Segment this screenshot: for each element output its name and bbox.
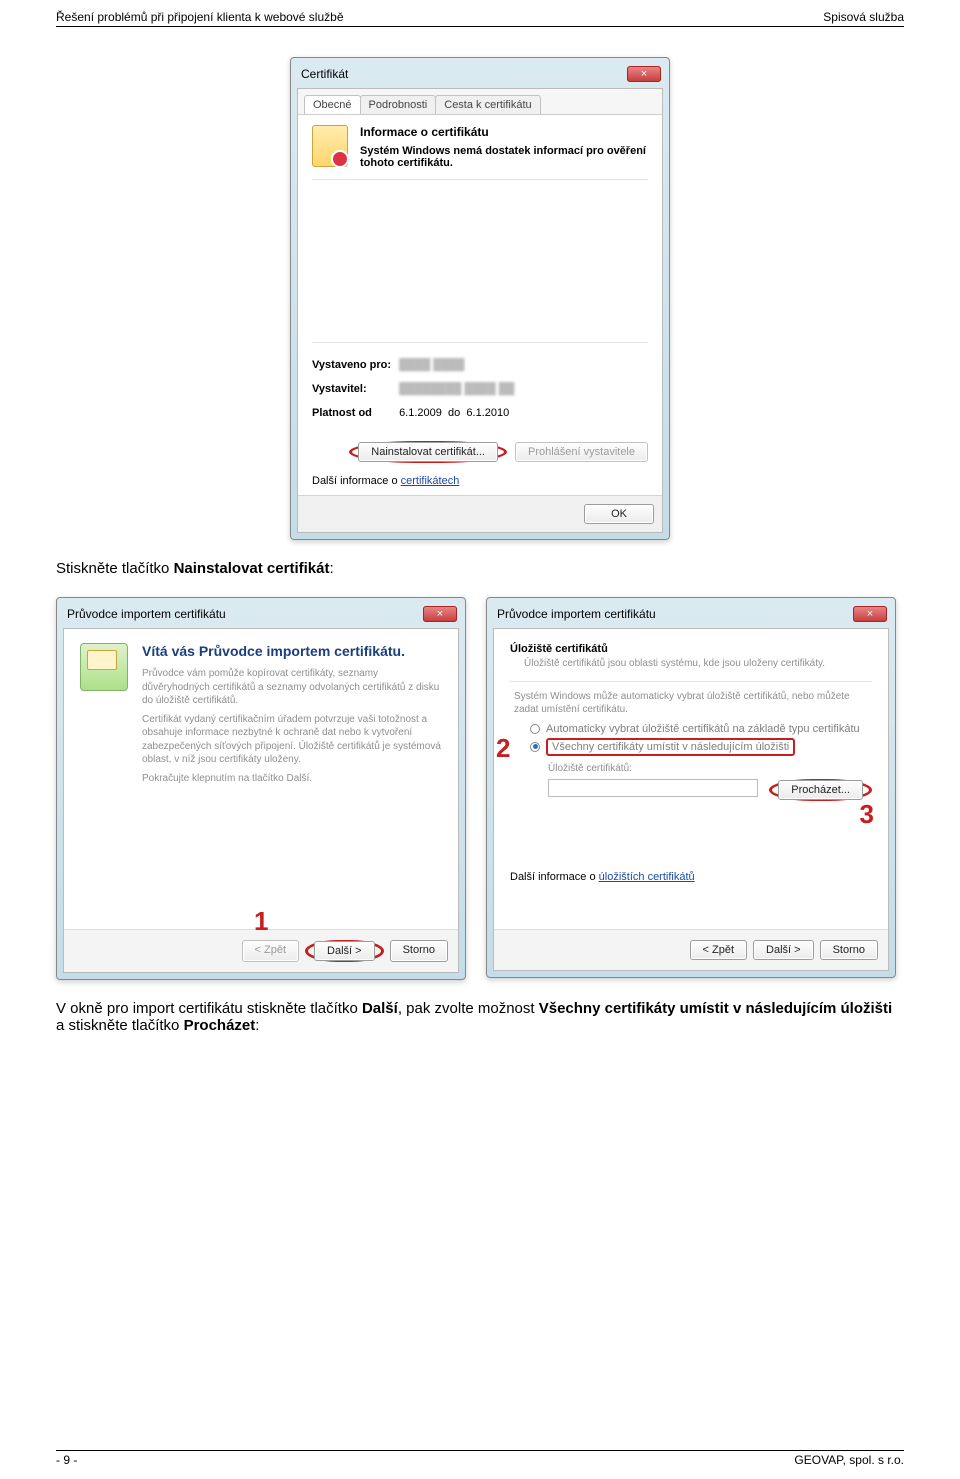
footer-page: - 9 - bbox=[56, 1453, 77, 1467]
highlight-next-button: Další > bbox=[305, 940, 384, 962]
wizard-1: Průvodce importem certifikátu × Vítá vás… bbox=[56, 597, 466, 980]
issued-to-value: ████ ████ bbox=[399, 359, 464, 371]
wizard2-title: Průvodce importem certifikátu bbox=[497, 607, 656, 621]
radio-place-all[interactable]: Všechny certifikáty umístit v následujíc… bbox=[530, 738, 872, 756]
valid-to-value: 6.1.2010 bbox=[466, 407, 509, 419]
header-left: Řešení problémů při připojení klienta k … bbox=[56, 10, 344, 24]
wizard2-cancel-button[interactable]: Storno bbox=[820, 940, 878, 960]
radio-icon bbox=[530, 724, 540, 734]
tab-general[interactable]: Obecné bbox=[304, 95, 361, 114]
callout-digit-1: 1 bbox=[254, 906, 268, 937]
wizard1-title: Průvodce importem certifikátu bbox=[67, 607, 226, 621]
wizard1-back-button: < Zpět bbox=[242, 940, 300, 962]
valid-from-value: 6.1.2009 bbox=[399, 407, 442, 419]
issued-by-value: ████████ ████ ██ bbox=[399, 383, 514, 395]
more-info-link[interactable]: certifikátech bbox=[401, 475, 460, 487]
tab-details[interactable]: Podrobnosti bbox=[360, 95, 437, 114]
valid-from-label: Platnost od bbox=[312, 407, 396, 419]
wizard1-next-button[interactable]: Další > bbox=[314, 941, 375, 961]
highlight-browse-button: Procházet... bbox=[769, 779, 872, 801]
issued-to-label: Vystaveno pro: bbox=[312, 359, 396, 371]
highlight-radio-option: Všechny certifikáty umístit v následujíc… bbox=[546, 738, 795, 756]
tab-path[interactable]: Cesta k certifikátu bbox=[435, 95, 540, 114]
close-icon[interactable]: × bbox=[627, 66, 661, 82]
page-header: Řešení problémů při připojení klienta k … bbox=[56, 10, 904, 27]
wizard2-back-button[interactable]: < Zpět bbox=[690, 940, 748, 960]
instruction-1: Stiskněte tlačítko Nainstalovat certifik… bbox=[56, 560, 904, 577]
radio-icon bbox=[530, 742, 540, 752]
footer-company: GEOVAP, spol. s r.o. bbox=[794, 1453, 904, 1467]
radio-auto[interactable]: Automaticky vybrat úložiště certifikátů … bbox=[530, 723, 872, 735]
wizard1-body: Průvodce vám pomůže kopírovat certifikát… bbox=[142, 667, 442, 785]
close-icon[interactable]: × bbox=[423, 606, 457, 622]
browse-button[interactable]: Procházet... bbox=[778, 780, 863, 800]
certificate-icon bbox=[312, 125, 348, 167]
ok-button[interactable]: OK bbox=[584, 504, 654, 524]
wizard2-more-text: Další informace o bbox=[510, 871, 599, 883]
issued-by-label: Vystavitel: bbox=[312, 383, 396, 395]
wizard2-sub: Úložiště certifikátů jsou oblasti systém… bbox=[524, 657, 872, 671]
wizard2-next-button[interactable]: Další > bbox=[753, 940, 814, 960]
highlight-install-button: Nainstalovat certifikát... bbox=[349, 441, 507, 463]
wizard2-more-link[interactable]: úložištích certifikátů bbox=[599, 871, 695, 883]
issuer-statement-button: Prohlášení vystavitele bbox=[515, 442, 648, 462]
wizard-icon bbox=[80, 643, 128, 691]
instruction-2: V okně pro import certifikátu stiskněte … bbox=[56, 1000, 904, 1034]
header-right: Spisová služba bbox=[823, 10, 904, 24]
cert-window-title: Certifikát bbox=[301, 67, 348, 81]
wizard1-heading: Vítá vás Průvodce importem certifikátu. bbox=[142, 643, 442, 659]
callout-digit-2: 2 bbox=[496, 733, 510, 764]
cert-warning-message: Systém Windows nemá dostatek informací p… bbox=[360, 145, 648, 169]
install-cert-button[interactable]: Nainstalovat certifikát... bbox=[358, 442, 498, 462]
callout-digit-3: 3 bbox=[860, 799, 874, 830]
wizard2-auto-text: Systém Windows může automaticky vybrat ú… bbox=[514, 690, 872, 717]
cert-info-heading: Informace o certifikátu bbox=[360, 125, 648, 139]
valid-to-label: do bbox=[448, 407, 460, 419]
wizard-2: Průvodce importem certifikátu × Úložiště… bbox=[486, 597, 896, 978]
wizard1-cancel-button[interactable]: Storno bbox=[390, 940, 448, 962]
certificate-dialog: Certifikát × Obecné Podrobnosti Cesta k … bbox=[290, 57, 670, 540]
more-info-text: Další informace o bbox=[312, 475, 401, 487]
store-label: Úložiště certifikátů: bbox=[548, 762, 872, 776]
store-field bbox=[548, 779, 758, 797]
page-footer: - 9 - GEOVAP, spol. s r.o. bbox=[56, 1450, 904, 1467]
wizard2-heading: Úložiště certifikátů bbox=[510, 643, 872, 655]
close-icon[interactable]: × bbox=[853, 606, 887, 622]
cert-tabs: Obecné Podrobnosti Cesta k certifikátu bbox=[298, 89, 662, 115]
